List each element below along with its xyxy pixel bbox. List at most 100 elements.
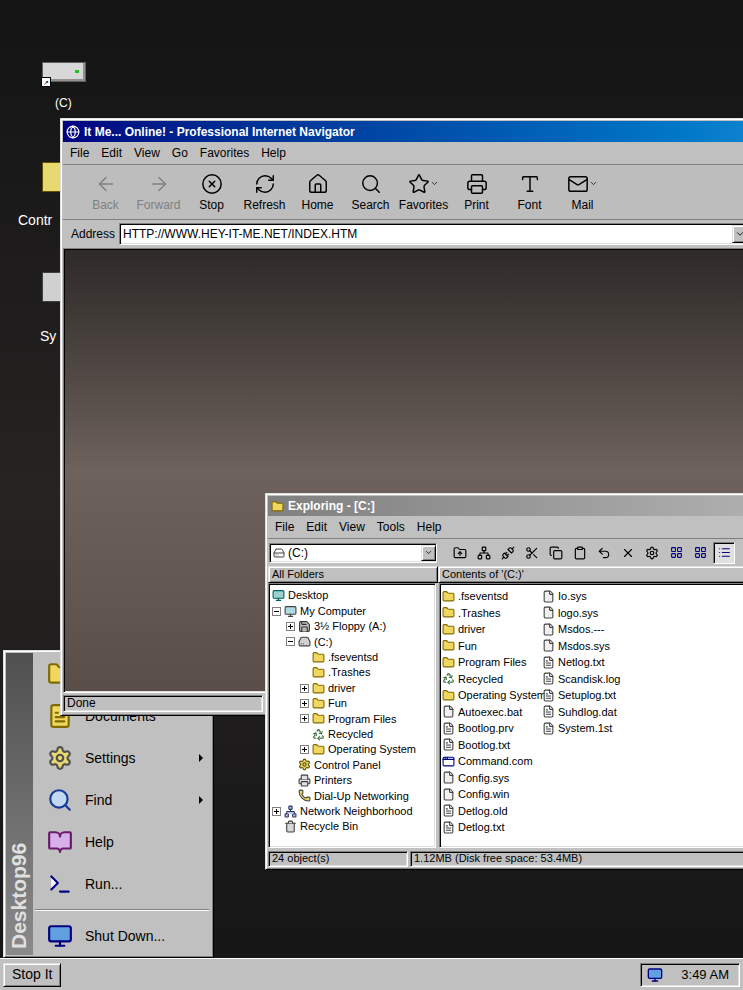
menu-item[interactable]: Edit [305,518,328,536]
tree-item[interactable]: (C:) [269,634,435,649]
file-item[interactable]: Program Files [442,654,542,671]
drive-select[interactable]: (C:) [269,543,437,563]
title-bar[interactable]: It Me... Online! - Professional Internet… [63,121,743,142]
file-item[interactable]: Netlog.txt [542,654,642,671]
file-item[interactable]: Config.sys [442,770,542,787]
tool-button[interactable] [521,542,543,564]
desktop-icon-label[interactable]: (C) [55,94,72,112]
file-item[interactable]: .fseventsd [442,588,542,605]
file-item[interactable]: driver [442,621,542,638]
toolbar-button[interactable]: Forward [132,173,185,212]
file-item[interactable]: Bootlog.prv [442,720,542,737]
tool-button[interactable] [545,542,567,564]
menu-item[interactable]: Favorites [199,144,250,162]
toolbar-button[interactable]: Favorites [397,173,450,212]
start-menu-item[interactable]: Shut Down... [33,915,211,957]
address-field[interactable]: HTTP://WWW.HEY-IT-ME.NET/INDEX.HTM [119,223,743,245]
menu-item[interactable]: File [69,144,90,162]
file-item[interactable]: Msdos.--- [542,621,642,638]
tray-monitor-icon[interactable] [647,967,663,983]
toolbar-button[interactable]: Home [291,173,344,212]
tree-item[interactable]: Program Files [269,711,435,726]
menu-item[interactable]: File [274,518,295,536]
tool-button[interactable] [473,542,495,564]
menu-item[interactable]: View [133,144,161,162]
tree-item[interactable]: Desktop [269,588,435,603]
toolbar-button[interactable]: Back [79,173,132,212]
dropdown-icon [735,229,743,239]
tree-item[interactable]: Fun [269,696,435,711]
menu-item[interactable]: Go [171,144,189,162]
file-item[interactable]: Bootlog.txt [442,737,542,754]
tool-button[interactable] [449,542,471,564]
toolbar-button[interactable]: Refresh [238,173,291,212]
start-menu-item[interactable]: Help [33,821,211,863]
start-menu-item[interactable]: Find [33,779,211,821]
file-item[interactable]: Msdos.sys [542,638,642,655]
expander[interactable] [286,622,295,631]
tree-item[interactable]: .fseventsd [269,650,435,665]
expander[interactable] [300,684,309,693]
file-item[interactable]: Operating System [442,687,542,704]
tree-item[interactable]: My Computer [269,603,435,618]
tool-button[interactable] [593,542,615,564]
tree-item[interactable]: Dial-Up Networking [269,788,435,803]
file-item[interactable]: Recycled [442,671,542,688]
file-item[interactable]: Fun [442,638,542,655]
expander[interactable] [272,807,281,816]
view-button[interactable] [689,542,711,564]
expander[interactable] [300,699,309,708]
title-bar[interactable]: Exploring - [C:] [268,496,743,516]
tree-item[interactable]: Recycled [269,727,435,742]
toolbar-icon [408,173,430,195]
toolbar-button[interactable]: Mail [556,173,609,212]
desktop-icon-label[interactable]: Contr [18,210,52,231]
start-menu-item[interactable]: Settings [33,737,211,779]
view-button[interactable] [713,542,735,564]
tool-button[interactable] [617,542,639,564]
toolbar-button[interactable]: Stop [185,173,238,212]
start-button[interactable]: Stop It [3,963,61,987]
menu-item[interactable]: View [338,518,366,536]
menu-item[interactable]: Help [260,144,287,162]
tool-button[interactable] [641,542,663,564]
file-item[interactable]: System.1st [542,720,642,737]
menu-item[interactable]: Tools [376,518,406,536]
menu-item[interactable]: Edit [100,144,123,162]
file-item[interactable]: Detlog.txt [442,819,542,836]
tool-button[interactable] [497,542,519,564]
menu-item[interactable]: Help [416,518,443,536]
file-item[interactable]: Scandisk.log [542,671,642,688]
expander[interactable] [300,714,309,723]
toolbar-button[interactable]: Font [503,173,556,212]
tree-item[interactable]: driver [269,680,435,695]
file-item[interactable]: .Trashes [442,605,542,622]
file-item[interactable]: Config.win [442,786,542,803]
file-item[interactable]: Setuplog.txt [542,687,642,704]
tree-item[interactable]: Recycle Bin [269,819,435,834]
tree-item[interactable]: .Trashes [269,665,435,680]
file-item[interactable]: Autoexec.bat [442,704,542,721]
expander[interactable] [286,637,295,646]
tree-item[interactable]: 3½ Floppy (A:) [269,619,435,634]
tree-item[interactable]: Printers [269,773,435,788]
desktop-icon-label[interactable]: Sy [40,326,56,347]
toolbar-button[interactable]: Search [344,173,397,212]
drive-shortcut-icon[interactable]: ↗ [42,62,86,82]
tree-item[interactable]: Control Panel [269,757,435,772]
file-item[interactable]: Suhdlog.dat [542,704,642,721]
toolbar-button[interactable]: Print [450,173,503,212]
start-menu-item[interactable]: Run... [33,863,211,905]
file-item[interactable]: Command.com [442,753,542,770]
tool-button[interactable] [569,542,591,564]
tree-item[interactable]: Network Neighborhood [269,803,435,818]
file-item[interactable]: Io.sys [542,588,642,605]
view-button[interactable] [737,542,743,564]
tree-item[interactable]: Operating System [269,742,435,757]
view-button[interactable] [665,542,687,564]
expander[interactable] [300,745,309,754]
expander[interactable] [272,607,281,616]
file-item[interactable]: Detlog.old [442,803,542,820]
address-dropdown[interactable] [732,225,743,243]
file-item[interactable]: logo.sys [542,605,642,622]
